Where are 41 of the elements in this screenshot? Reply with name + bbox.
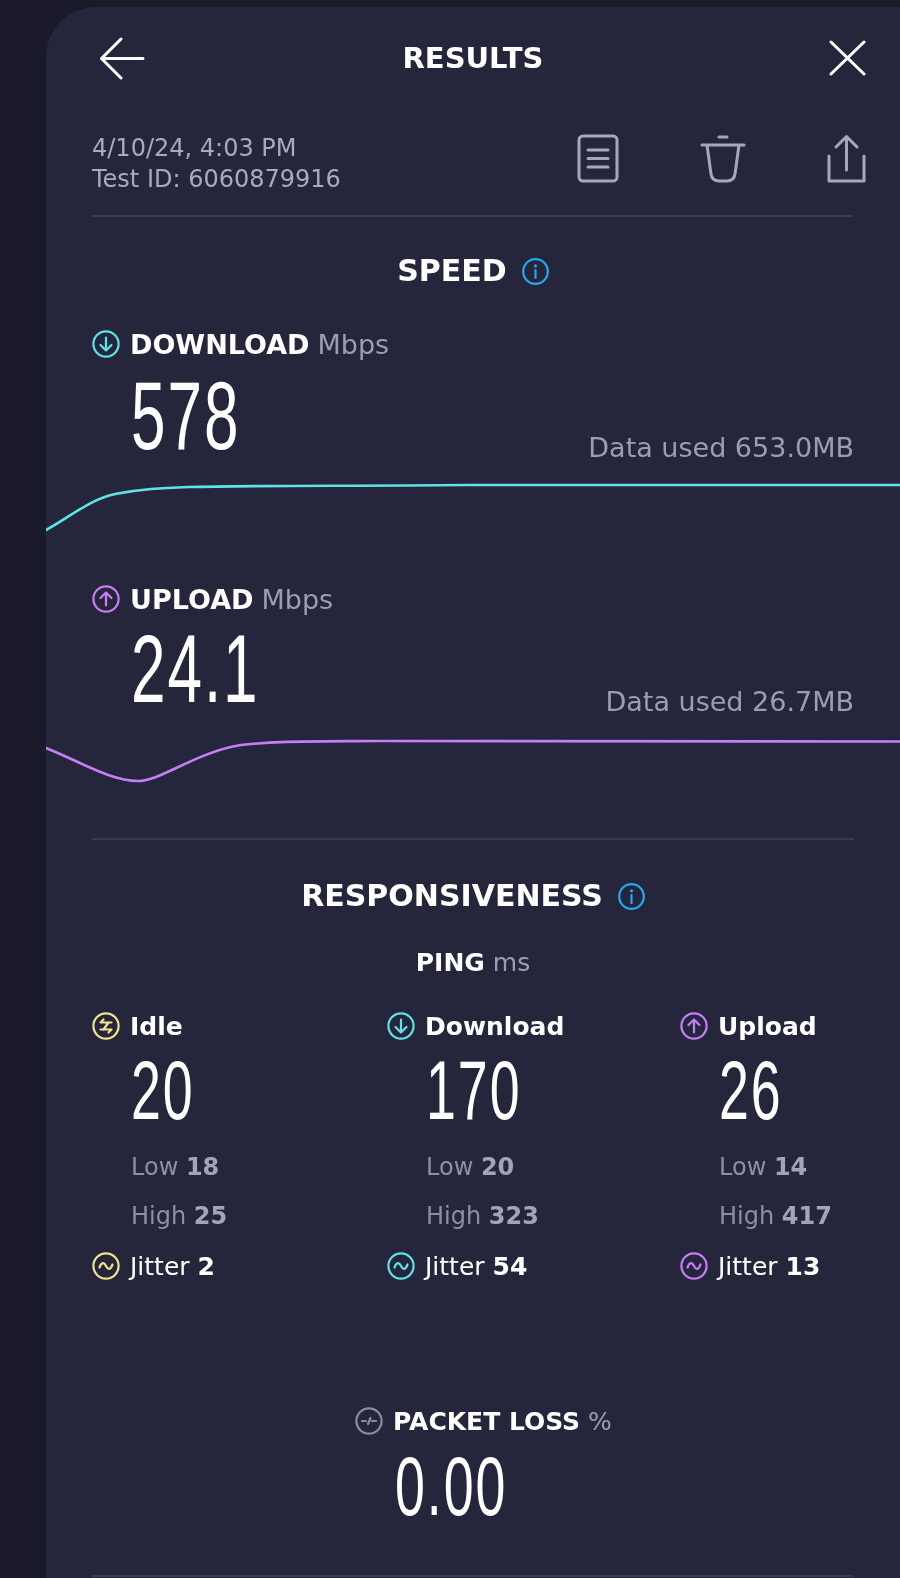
low-reading: Low 20 (426, 1152, 515, 1183)
unit-label: Mbps (261, 583, 334, 615)
data-used: Data used 26.7MB (605, 686, 854, 718)
low-reading: Low 18 (131, 1152, 220, 1183)
results-title: RESULTS (402, 40, 544, 76)
info-icon[interactable] (617, 882, 645, 910)
ping-type-label: Upload (718, 1011, 817, 1041)
jitter-reading: Jitter 2 (130, 1251, 215, 1281)
section-title: RESPONSIVENESS (301, 877, 603, 915)
high-reading: High 417 (719, 1201, 832, 1232)
ping-value: 20 (131, 1057, 195, 1123)
data-used: Data used 653.0MB (588, 432, 854, 464)
trash-icon[interactable] (700, 134, 746, 183)
speed-value: 578 (131, 378, 241, 454)
ping-label: PING (415, 947, 485, 977)
info-icon[interactable] (521, 257, 549, 285)
pulse-icon (355, 1407, 383, 1435)
low-reading: Low 14 (719, 1152, 808, 1183)
section-title: SPEED (397, 252, 507, 290)
ping-value: 170 (426, 1057, 522, 1123)
high-reading: High 323 (426, 1201, 539, 1232)
share-icon[interactable] (827, 134, 866, 183)
ping-type-label: Download (425, 1011, 565, 1041)
unit-label: % (588, 1406, 612, 1436)
metric-label: DOWNLOAD (130, 328, 310, 360)
jitter-reading: Jitter 54 (425, 1251, 528, 1281)
test-id: Test ID: 6060879916 (92, 164, 341, 195)
close-icon[interactable] (829, 40, 866, 76)
high-reading: High 25 (131, 1201, 228, 1232)
back-arrow-icon[interactable] (99, 36, 145, 80)
document-icon[interactable] (577, 134, 619, 183)
unit-label: ms (492, 947, 531, 977)
speed-value: 24.1 (131, 631, 260, 707)
unit-label: Mbps (317, 328, 390, 360)
packet-loss-label: PACKET LOSS (393, 1406, 581, 1436)
packet-loss-value: 0.00 (395, 1453, 508, 1519)
ping-type-label: Idle (130, 1011, 183, 1041)
jitter-reading: Jitter 13 (718, 1251, 821, 1281)
test-date: 4/10/24, 4:03 PM (92, 133, 297, 164)
ping-value: 26 (719, 1057, 783, 1123)
metric-label: UPLOAD (130, 583, 254, 615)
